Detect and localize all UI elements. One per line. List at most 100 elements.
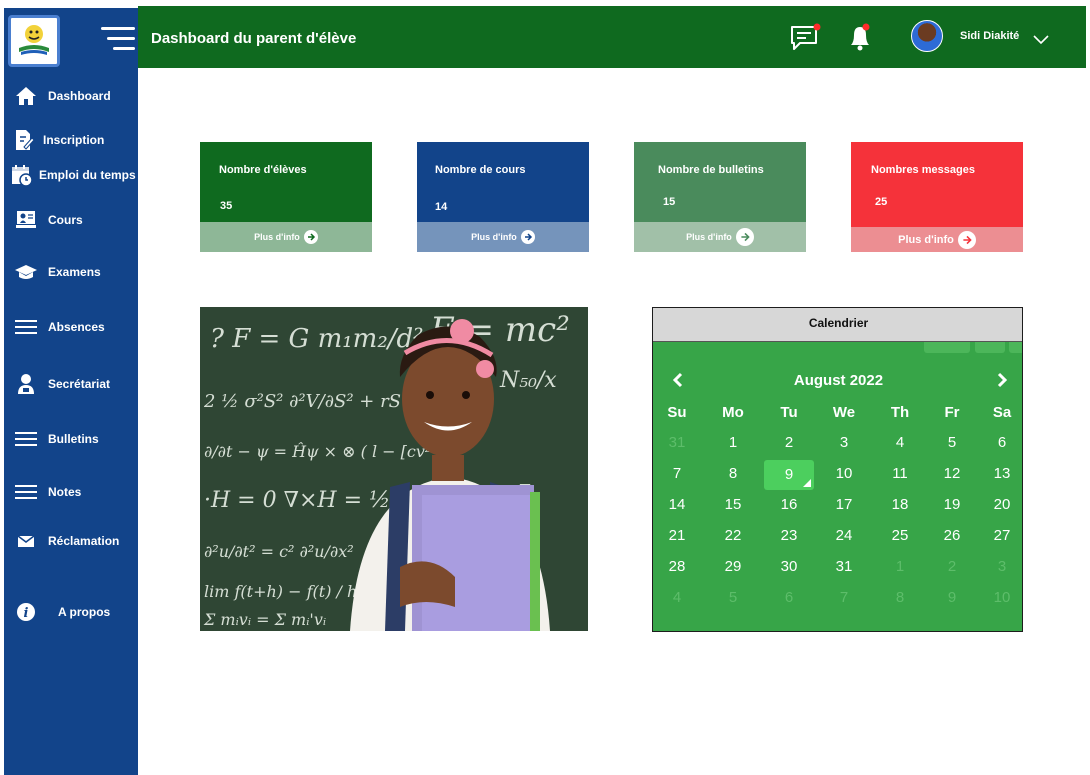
calendar-day-outside-month[interactable]: 2	[932, 553, 972, 581]
calendar-day-outside-month[interactable]: 3	[982, 553, 1022, 581]
calendar-day[interactable]: 21	[657, 522, 697, 550]
sidebar-item-reclamation[interactable]: Réclamation	[4, 526, 138, 556]
weekday-label: Sa	[992, 404, 1012, 421]
calendar-day[interactable]: 31	[824, 553, 864, 581]
weekday-label: Fr	[944, 404, 960, 421]
arrow-right-icon	[303, 230, 318, 244]
calendar-day[interactable]: 9	[764, 460, 814, 490]
sidebar-item-label: Dashboard	[48, 89, 111, 103]
more-info-link[interactable]: Plus d'info	[634, 222, 806, 252]
calendar-day[interactable]: 19	[932, 491, 972, 519]
card-body: Nombre de cours 14	[417, 142, 589, 222]
calendar-day[interactable]: 22	[713, 522, 753, 550]
sidebar-item-emploi-du-temps[interactable]: Emploi du temps	[4, 160, 138, 190]
user-name: Sidi Diakité	[960, 30, 1020, 42]
calendar-day[interactable]: 14	[657, 491, 697, 519]
calendar-next-button[interactable]	[991, 370, 1011, 390]
calendar-day[interactable]: 30	[769, 553, 809, 581]
notification-dot	[862, 23, 870, 31]
menu-toggle-button[interactable]	[101, 27, 135, 53]
calendar-day-outside-month[interactable]: 8	[880, 584, 920, 612]
calendar-day[interactable]: 26	[932, 522, 972, 550]
sidebar-item-absences[interactable]: Absences	[4, 312, 138, 342]
sidebar-item-cours[interactable]: Cours	[4, 205, 138, 235]
calendar-day[interactable]: 28	[657, 553, 697, 581]
stat-card-students: Nombre d'élèves 35 Plus d'info	[200, 142, 372, 252]
calendar-day[interactable]: 24	[824, 522, 864, 550]
calendar-day[interactable]: 27	[982, 522, 1022, 550]
calendar-view-tab[interactable]	[975, 342, 1005, 353]
card-body: Nombres messages 25	[851, 142, 1023, 227]
sidebar-item-label: Bulletins	[48, 432, 99, 446]
weekday-label: Th	[890, 404, 910, 421]
calendar-day-outside-month[interactable]: 6	[769, 584, 809, 612]
weekday-label: Mo	[722, 404, 744, 421]
calendar-day[interactable]: 11	[880, 460, 920, 488]
calendar-view-tab[interactable]	[924, 342, 970, 353]
sidebar-item-inscription[interactable]: Inscription	[4, 125, 138, 155]
calendar-day[interactable]: 4	[880, 429, 920, 457]
calendar-view-tab[interactable]	[1009, 342, 1022, 353]
calendar-day-outside-month[interactable]: 31	[657, 429, 697, 457]
sidebar-item-label: Emploi du temps	[39, 168, 136, 182]
board-icon	[13, 208, 39, 232]
school-logo[interactable]	[8, 15, 60, 67]
sidebar-item-label: Inscription	[43, 133, 105, 147]
mail-icon	[13, 529, 39, 553]
calendar-day[interactable]: 5	[932, 429, 972, 457]
calendar-day[interactable]: 8	[713, 460, 753, 488]
calendar-day[interactable]: 16	[769, 491, 809, 519]
more-info-link[interactable]: Plus d'info	[851, 227, 1023, 252]
svg-text:∂/∂t − ψ = Ĥψ × ⊗ ( l − [cv²: ∂/∂t − ψ = Ĥψ × ⊗ ( l − [cv²	[204, 441, 431, 461]
sidebar-item-a-propos[interactable]: i A propos	[4, 597, 138, 627]
top-bar: Dashboard du parent d'élève Sidi Diakité	[138, 6, 1086, 68]
notification-dot	[813, 23, 821, 31]
calendar-day[interactable]: 2	[769, 429, 809, 457]
edit-document-icon	[11, 128, 37, 152]
more-info-link[interactable]: Plus d'info	[200, 222, 372, 252]
calendar-day-outside-month[interactable]: 9	[932, 584, 972, 612]
card-value: 35	[220, 200, 233, 212]
calendar-day[interactable]: 13	[982, 460, 1022, 488]
calendar-day[interactable]: 10	[824, 460, 864, 488]
weekday-label: We	[832, 404, 856, 421]
calendar-day[interactable]: 6	[982, 429, 1022, 457]
sidebar: Dashboard Inscription Emploi du temps Co…	[4, 8, 138, 775]
sidebar-item-label: Examens	[48, 265, 101, 279]
svg-text:i: i	[24, 606, 29, 621]
card-value: 15	[663, 196, 676, 208]
calendar-day[interactable]: 18	[880, 491, 920, 519]
calendar-day[interactable]: 17	[824, 491, 864, 519]
messages-icon[interactable]	[790, 23, 822, 51]
svg-text:N₅₀/x: N₅₀/x	[499, 368, 557, 393]
chevron-down-icon[interactable]	[1033, 32, 1049, 45]
calendar-day-outside-month[interactable]: 5	[713, 584, 753, 612]
bell-icon[interactable]	[845, 22, 875, 54]
avatar[interactable]	[911, 20, 943, 52]
sidebar-item-dashboard[interactable]: Dashboard	[4, 81, 138, 111]
calendar-day-outside-month[interactable]: 10	[982, 584, 1022, 612]
selected-corner-marker	[803, 479, 811, 487]
calendar-day-outside-month[interactable]: 4	[657, 584, 697, 612]
calendar-day[interactable]: 7	[657, 460, 697, 488]
calendar-day[interactable]: 25	[880, 522, 920, 550]
calendar-day[interactable]: 3	[824, 429, 864, 457]
calendar-day[interactable]: 20	[982, 491, 1022, 519]
sidebar-item-examens[interactable]: Examens	[4, 257, 138, 287]
sidebar-item-bulletins[interactable]: Bulletins	[4, 424, 138, 454]
more-info-link[interactable]: Plus d'info	[417, 222, 589, 252]
more-info-label: Plus d'info	[686, 232, 732, 242]
calendar-day[interactable]: 12	[932, 460, 972, 488]
stat-card-report-cards: Nombre de bulletins 15 Plus d'info	[634, 142, 806, 252]
calendar-day[interactable]: 1	[713, 429, 753, 457]
calendar-day-outside-month[interactable]: 7	[824, 584, 864, 612]
sidebar-item-secretariat[interactable]: Secrétariat	[4, 369, 138, 399]
calendar-day[interactable]: 15	[713, 491, 753, 519]
graduation-cap-icon	[13, 260, 39, 284]
calendar-day-outside-month[interactable]: 1	[880, 553, 920, 581]
menu-icon	[13, 427, 39, 451]
sidebar-item-notes[interactable]: Notes	[4, 477, 138, 507]
calendar-day[interactable]: 23	[769, 522, 809, 550]
calendar-month-label[interactable]: August 2022	[653, 372, 1022, 389]
calendar-day[interactable]: 29	[713, 553, 753, 581]
